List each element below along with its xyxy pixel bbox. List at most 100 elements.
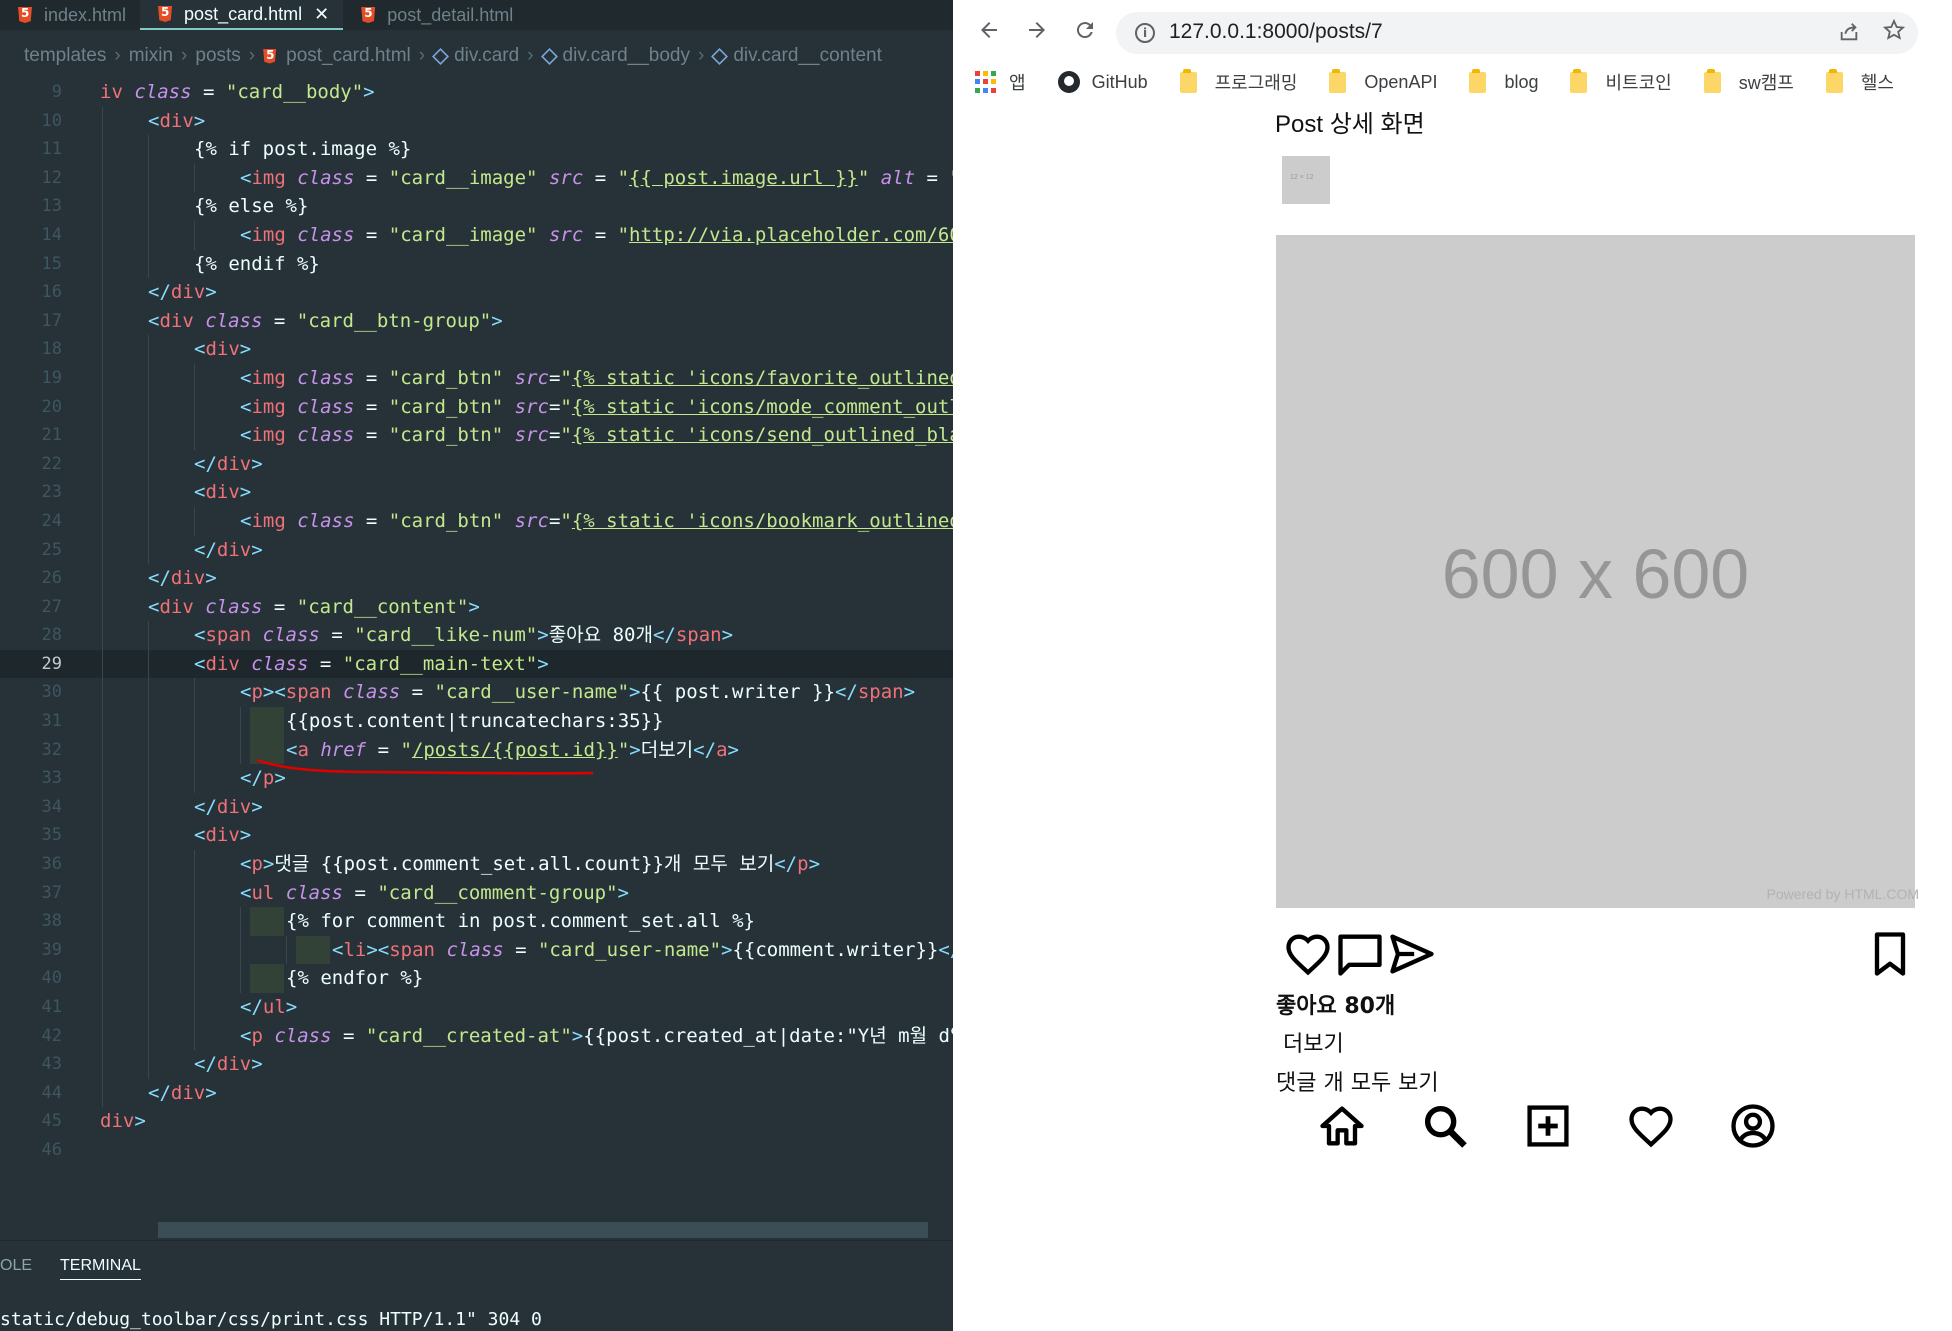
tab-index-html[interactable]: index.html — [0, 0, 140, 30]
code-line[interactable]: 43 </div> — [0, 1050, 953, 1079]
bookmark-star-icon[interactable] — [1882, 18, 1906, 49]
code-line[interactable]: 27 <div class = "card__content"> — [0, 592, 953, 622]
code-line[interactable]: 31 {{post.content|truncatechars:35}} — [0, 707, 953, 736]
url-text[interactable]: 127.0.0.1:8000/posts/7 — [1169, 20, 1383, 44]
code-area[interactable]: 9 iv class = "card__body"> 10 <div> 11 {% if … — [0, 78, 953, 1168]
account-circle-icon[interactable] — [1727, 1100, 1779, 1152]
code-line[interactable]: 41 </ul> — [0, 993, 953, 1022]
code-line[interactable]: 29 <div class = "card__main-text"> — [0, 649, 953, 679]
indent-guide — [194, 935, 195, 965]
site-info-icon[interactable]: i — [1135, 23, 1155, 43]
code-line[interactable]: 45 div> — [0, 1107, 953, 1136]
code-line[interactable]: 28 <span class = "card__like-num">좋아요 80개… — [0, 621, 953, 650]
back-arrow-icon[interactable] — [975, 18, 1003, 46]
bottom-panel: OLE TERMINAL static/debug_toolbar/css/pr… — [0, 1240, 953, 1331]
code-text: {{post.content|truncatechars:35}} — [286, 707, 664, 736]
heart-outline-icon[interactable] — [1625, 1100, 1677, 1152]
code-line[interactable]: 42 <p class = "card__created-at">{{post.c… — [0, 1021, 953, 1051]
code-line[interactable]: 44 </div> — [0, 1078, 953, 1108]
bookmark-label: GitHub — [1091, 71, 1148, 92]
bookmark-apps[interactable]: 앱 — [975, 69, 1026, 95]
line-number: 14 — [41, 224, 62, 245]
search-icon[interactable] — [1419, 1100, 1471, 1152]
code-line[interactable]: 23 <div> — [0, 478, 953, 507]
bookmark-folder[interactable]: blog — [1469, 68, 1538, 93]
code-line[interactable]: 36 <p>댓글 {{post.comment_set.all.count}}개 … — [0, 850, 953, 879]
line-number: 45 — [41, 1111, 62, 1132]
code-line[interactable]: 46 — [0, 1136, 953, 1165]
bookmark-folder[interactable]: 헬스 — [1825, 68, 1894, 95]
code-line[interactable]: 16 </div> — [0, 278, 953, 307]
code-line[interactable]: 13 {% else %} — [0, 192, 953, 221]
add-box-icon[interactable] — [1522, 1100, 1574, 1152]
code-token: = — [354, 166, 389, 189]
horizontal-scrollbar[interactable] — [158, 1222, 928, 1238]
code-line[interactable]: 9 iv class = "card__body"> — [0, 78, 953, 107]
code-token: < — [148, 109, 160, 132]
panel-tab-console[interactable]: OLE — [0, 1257, 32, 1275]
line-number: 10 — [41, 110, 62, 131]
reload-icon[interactable] — [1071, 18, 1099, 46]
bookmark-folder[interactable]: 프로그래밍 — [1179, 68, 1297, 95]
line-number: 22 — [41, 453, 62, 474]
code-token: class — [262, 624, 320, 647]
indent-guide — [102, 506, 103, 536]
forward-arrow-icon[interactable] — [1023, 18, 1051, 46]
breadcrumb-item[interactable]: post_card.html — [286, 45, 411, 67]
element-cube-icon — [540, 47, 558, 65]
code-line[interactable]: 39 <li><span class = "card_user-name">{{c… — [0, 935, 953, 965]
code-line[interactable]: 12 <img class = "card__image" src = "{{ p… — [0, 163, 953, 193]
code-token: = — [319, 624, 355, 647]
code-line[interactable]: 40 {% endfor %} — [0, 964, 953, 993]
breadcrumb-item[interactable]: mixin — [129, 45, 173, 67]
breadcrumb-item[interactable]: div.card__body — [563, 45, 690, 67]
html5-icon — [361, 7, 376, 23]
code-line[interactable]: 17 <div class = "card__btn-group"> — [0, 306, 953, 336]
bookmark-outline-icon[interactable] — [1864, 928, 1916, 980]
home-icon[interactable] — [1316, 1100, 1368, 1152]
code-line[interactable]: 11 {% if post.image %} — [0, 135, 953, 164]
bookmark-folder[interactable]: sw캠프 — [1703, 68, 1794, 95]
tab-post-detail-html[interactable]: post_detail.html — [343, 0, 527, 30]
code-line[interactable]: 19 <img class = "card_btn" src="{% static… — [0, 363, 953, 393]
send-outline-icon[interactable] — [1386, 928, 1438, 980]
line-number: 16 — [41, 282, 62, 303]
bookmark-folder[interactable]: OpenAPI — [1329, 68, 1437, 93]
breadcrumb-item[interactable]: templates — [24, 45, 106, 67]
breadcrumb-item[interactable]: div.card — [454, 45, 519, 67]
breadcrumb-item[interactable]: div.card__content — [733, 45, 882, 67]
share-icon[interactable] — [1838, 21, 1860, 49]
code-line[interactable]: 38 {% for comment in post.comment_set.all… — [0, 907, 953, 936]
code-token: > — [617, 881, 629, 904]
code-line[interactable]: 35 <div> — [0, 821, 953, 851]
indent-guide — [194, 735, 195, 765]
code-token: "card__content" — [296, 595, 469, 618]
code-line[interactable]: 10 <div> — [0, 106, 953, 136]
code-token: 댓글 {{post.comment_set.all.count}}개 모두 보기 — [274, 853, 775, 876]
comment-outline-icon[interactable] — [1334, 928, 1386, 980]
bookmark-github[interactable]: GitHub — [1057, 71, 1148, 93]
code-line[interactable]: 25 </div> — [0, 535, 953, 565]
bookmark-folder[interactable]: 비트코인 — [1570, 68, 1672, 95]
code-line[interactable]: 18 <div> — [0, 335, 953, 364]
code-line[interactable]: 26 </div> — [0, 564, 953, 593]
code-line[interactable]: 21 <img class = "card_btn" src="{% static… — [0, 421, 953, 450]
code-line[interactable]: 15 {% endif %} — [0, 249, 953, 279]
code-line[interactable]: 22 </div> — [0, 449, 953, 479]
more-link[interactable]: 더보기 — [1283, 1026, 1344, 1058]
panel-tab-terminal[interactable]: TERMINAL — [60, 1257, 141, 1280]
code-line[interactable]: 24 <img class = "card_btn" src="{% static… — [0, 506, 953, 536]
code-token: {% for comment in post.comment_set.all %… — [286, 910, 755, 933]
code-line[interactable]: 34 </div> — [0, 792, 953, 822]
code-line[interactable]: 20 <img class = "card_btn" src="{% static… — [0, 392, 953, 422]
code-line[interactable]: 37 <ul class = "card__comment-group"> — [0, 878, 953, 908]
breadcrumb-item[interactable]: posts — [195, 45, 240, 67]
line-number: 34 — [41, 796, 62, 817]
address-bar[interactable]: i 127.0.0.1:8000/posts/7 — [1116, 12, 1918, 54]
tab-post-card-html[interactable]: post_card.html ✕ — [140, 0, 344, 30]
close-icon[interactable]: ✕ — [314, 4, 329, 25]
code-line[interactable]: 14 <img class = "card__image" src = "http… — [0, 220, 953, 250]
heart-outline-icon[interactable] — [1282, 928, 1334, 980]
code-text: <img class = "card_btn" src="{% static '… — [240, 421, 953, 450]
code-line[interactable]: 30 <p><span class = "card__user-name">{{ … — [0, 678, 953, 708]
